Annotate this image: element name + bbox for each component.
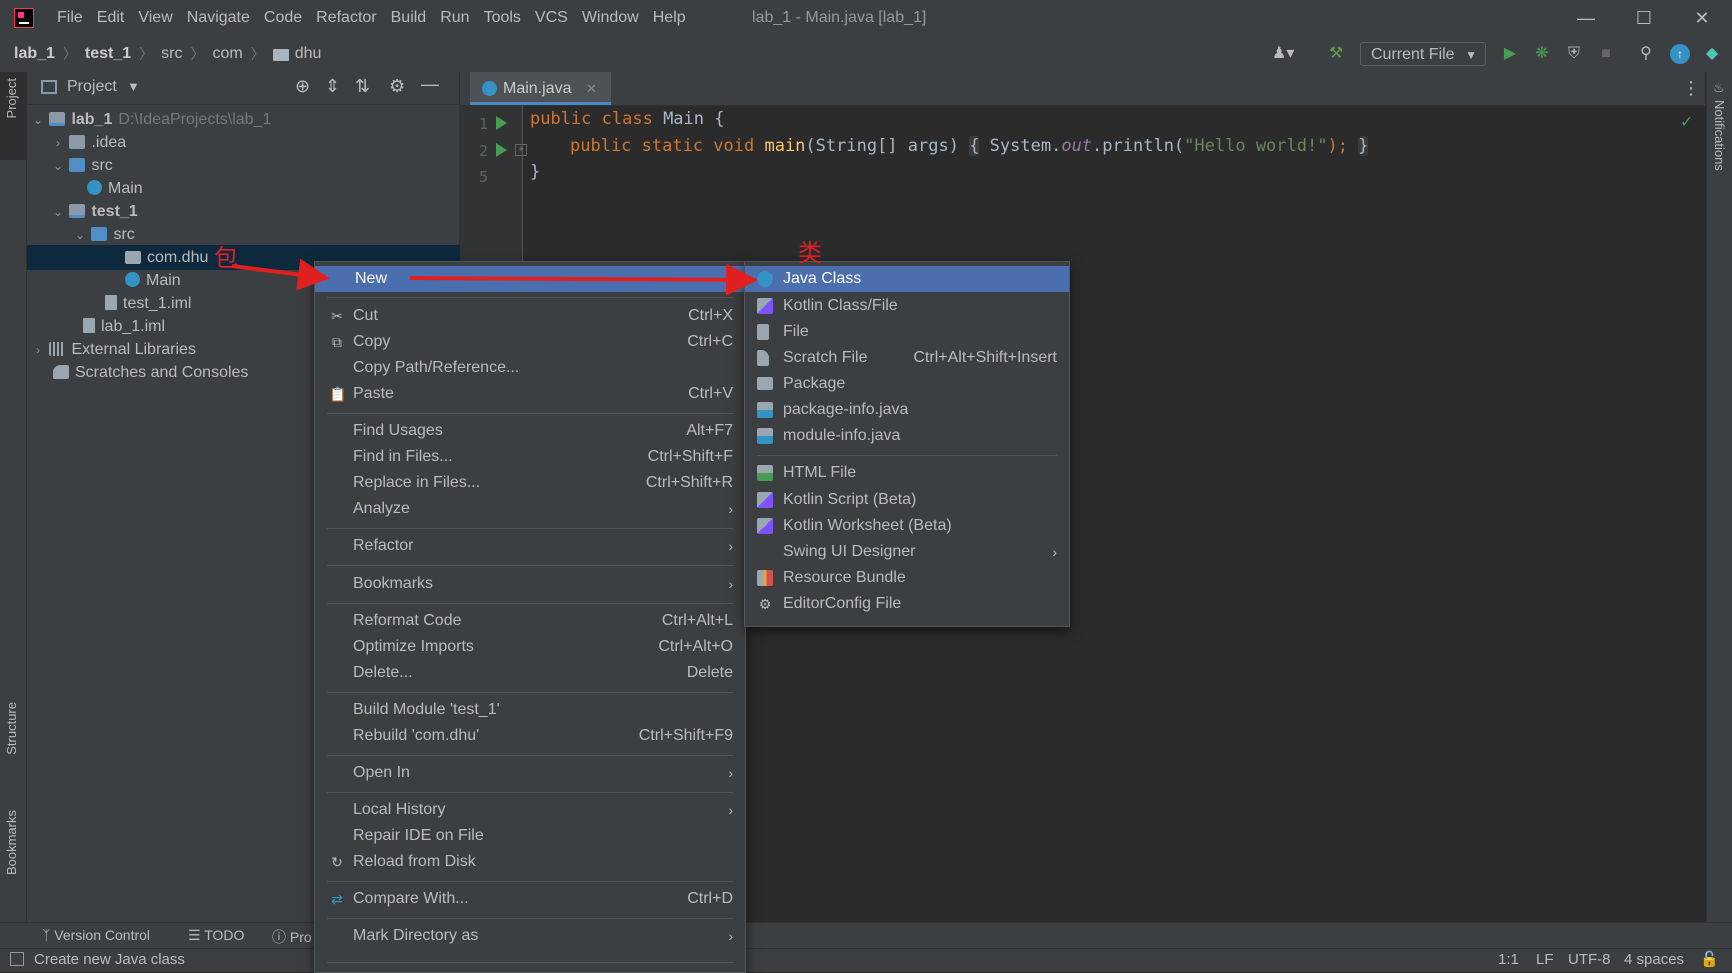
annotation-arrows xyxy=(231,258,758,296)
annotation-arrow-package xyxy=(231,258,330,291)
annotation-arrow-class xyxy=(409,263,758,296)
